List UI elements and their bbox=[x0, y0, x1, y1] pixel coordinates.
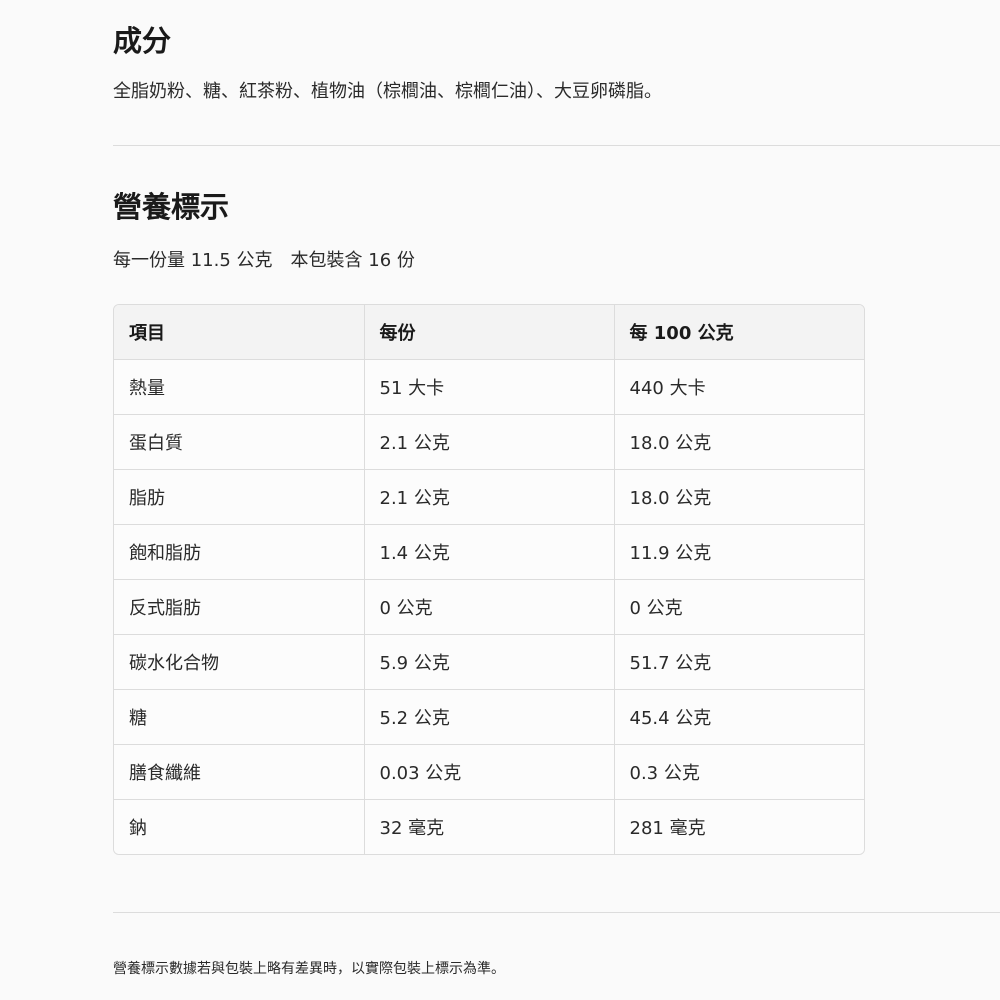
cell-per-100g: 11.9 公克 bbox=[614, 524, 864, 580]
cell-per-serving: 2.1 公克 bbox=[364, 414, 615, 470]
section-divider bbox=[113, 912, 1000, 913]
ingredients-title: 成分 bbox=[113, 24, 172, 58]
cell-per-100g: 18.0 公克 bbox=[614, 414, 864, 470]
header-per-100g: 每 100 公克 bbox=[614, 305, 864, 360]
table-row: 碳水化合物 5.9 公克 51.7 公克 bbox=[114, 634, 864, 690]
cell-per-100g: 51.7 公克 bbox=[614, 634, 864, 690]
nutrition-table: 項目 每份 每 100 公克 熱量 51 大卡 440 大卡 蛋白質 2.1 公… bbox=[114, 305, 864, 854]
cell-item: 膳食纖維 bbox=[114, 744, 365, 800]
cell-per-serving: 51 大卡 bbox=[364, 359, 615, 415]
table-row: 熱量 51 大卡 440 大卡 bbox=[114, 359, 864, 415]
cell-item: 飽和脂肪 bbox=[114, 524, 365, 580]
cell-item: 碳水化合物 bbox=[114, 634, 365, 690]
table-row: 蛋白質 2.1 公克 18.0 公克 bbox=[114, 414, 864, 470]
header-item: 項目 bbox=[114, 305, 365, 360]
footnote: 營養標示數據若與包裝上略有差異時，以實際包裝上標示為準。 bbox=[113, 961, 505, 977]
cell-item: 鈉 bbox=[114, 799, 365, 854]
section-divider bbox=[113, 145, 1000, 146]
nutrition-title: 營養標示 bbox=[113, 190, 230, 224]
cell-per-100g: 281 毫克 bbox=[614, 799, 864, 854]
cell-per-100g: 45.4 公克 bbox=[614, 689, 864, 745]
cell-per-100g: 18.0 公克 bbox=[614, 469, 864, 525]
cell-item: 脂肪 bbox=[114, 469, 365, 525]
table-row: 糖 5.2 公克 45.4 公克 bbox=[114, 689, 864, 745]
serving-info: 每一份量 11.5 公克 本包裝含 16 份 bbox=[113, 250, 415, 271]
table-row: 脂肪 2.1 公克 18.0 公克 bbox=[114, 469, 864, 525]
ingredients-text: 全脂奶粉、糖、紅茶粉、植物油（棕櫚油、棕櫚仁油）、大豆卵磷脂。 bbox=[113, 81, 662, 102]
table-row: 反式脂肪 0 公克 0 公克 bbox=[114, 579, 864, 635]
cell-per-serving: 5.2 公克 bbox=[364, 689, 615, 745]
table-row: 膳食纖維 0.03 公克 0.3 公克 bbox=[114, 744, 864, 800]
cell-per-serving: 5.9 公克 bbox=[364, 634, 615, 690]
cell-item: 蛋白質 bbox=[114, 414, 365, 470]
product-info-page: 成分 全脂奶粉、糖、紅茶粉、植物油（棕櫚油、棕櫚仁油）、大豆卵磷脂。 營養標示 … bbox=[0, 0, 1000, 1000]
nutrition-table-container: 項目 每份 每 100 公克 熱量 51 大卡 440 大卡 蛋白質 2.1 公… bbox=[113, 304, 865, 855]
header-per-serving: 每份 bbox=[364, 305, 615, 360]
cell-per-serving: 32 毫克 bbox=[364, 799, 615, 854]
cell-item: 熱量 bbox=[114, 359, 365, 415]
cell-per-serving: 2.1 公克 bbox=[364, 469, 615, 525]
cell-item: 反式脂肪 bbox=[114, 579, 365, 635]
cell-per-serving: 0 公克 bbox=[364, 579, 615, 635]
cell-per-100g: 0 公克 bbox=[614, 579, 864, 635]
table-row: 鈉 32 毫克 281 毫克 bbox=[114, 799, 864, 854]
cell-item: 糖 bbox=[114, 689, 365, 745]
cell-per-100g: 440 大卡 bbox=[614, 359, 864, 415]
table-row: 飽和脂肪 1.4 公克 11.9 公克 bbox=[114, 524, 864, 580]
table-header-row: 項目 每份 每 100 公克 bbox=[114, 305, 864, 360]
cell-per-serving: 1.4 公克 bbox=[364, 524, 615, 580]
cell-per-100g: 0.3 公克 bbox=[614, 744, 864, 800]
cell-per-serving: 0.03 公克 bbox=[364, 744, 615, 800]
